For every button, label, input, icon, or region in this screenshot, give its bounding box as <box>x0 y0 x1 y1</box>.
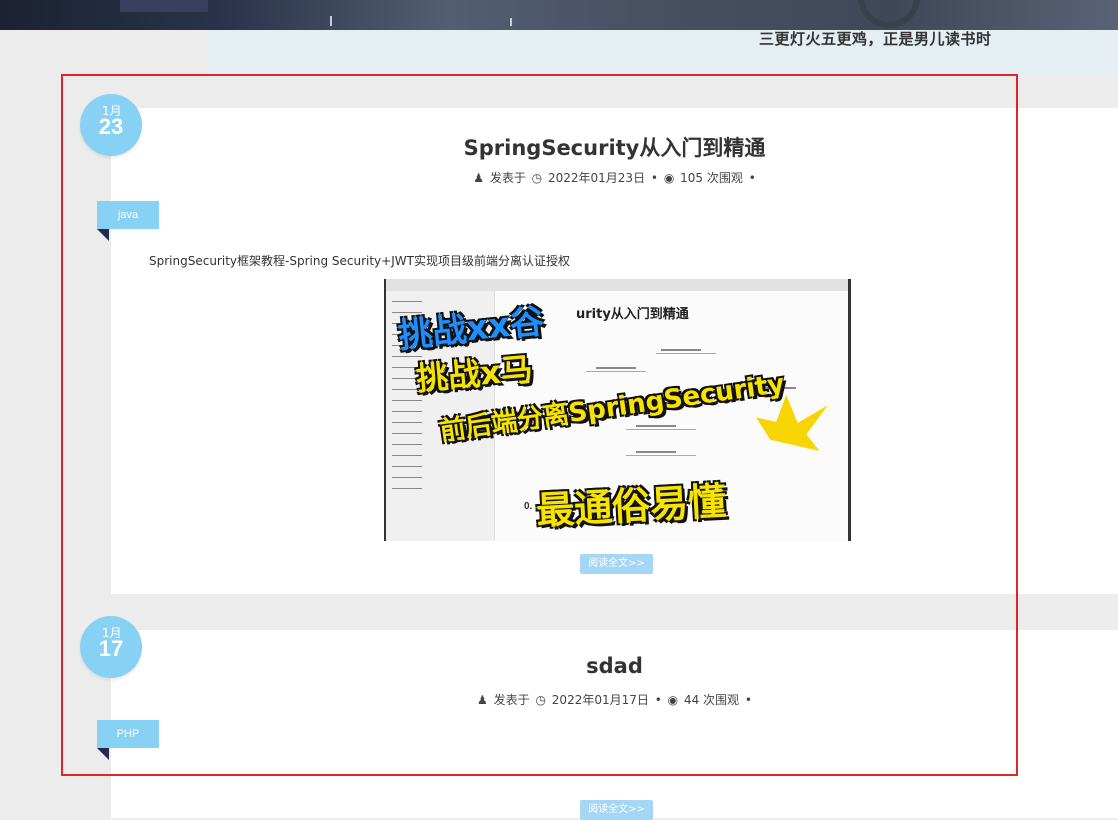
post-title[interactable]: sdad <box>111 654 1118 678</box>
crown-icon <box>756 395 828 451</box>
banner-decoration <box>330 16 332 26</box>
category-tag[interactable]: PHP <box>97 720 159 760</box>
post-date: 2022年01月23日 <box>547 171 646 185</box>
user-icon: ♟ <box>473 171 484 185</box>
post-date-badge: 1月 17 <box>80 616 142 678</box>
post-date: 2022年01月17日 <box>551 693 649 707</box>
meta-separator: • <box>744 693 752 707</box>
post-meta: ♟ 发表于 ◷ 2022年01月23日 • ◉ 105 次围观 • <box>111 169 1118 186</box>
post-title[interactable]: SpringSecurity从入门到精通 <box>111 132 1118 162</box>
clock-icon: ◷ <box>535 693 546 707</box>
user-icon: ♟ <box>477 693 488 707</box>
banner-avatar <box>858 0 920 28</box>
thumbnail-mindmap-title: urity从入门到精通 <box>576 307 689 322</box>
post-excerpt: SpringSecurity框架教程-Spring Security+JWT实现… <box>149 254 570 268</box>
post-date-badge: 1月 23 <box>80 94 142 156</box>
post-meta: ♟ 发表于 ◷ 2022年01月17日 • ◉ 44 次围观 • <box>111 691 1118 708</box>
meta-separator: • <box>654 693 662 707</box>
post-author-label: 发表于 <box>493 693 530 707</box>
banner-decoration <box>510 18 512 26</box>
nav-block[interactable] <box>120 0 208 12</box>
header-banner <box>0 0 1118 30</box>
post-card: sdad ♟ 发表于 ◷ 2022年01月17日 • ◉ 44 次围观 • 阅读… <box>111 630 1118 820</box>
date-day: 23 <box>98 114 124 139</box>
mindmap-branch <box>586 371 646 372</box>
thumbnail-window-bar <box>386 279 848 291</box>
mindmap-branch <box>626 455 696 456</box>
mindmap-branch <box>626 429 696 430</box>
thumbnail-overlay-text: 挑战x马 <box>414 349 535 399</box>
mindmap-node-text <box>661 349 701 351</box>
post-views: 105 次围观 <box>680 171 743 185</box>
eye-icon: ◉ <box>667 693 679 707</box>
thumbnail-overlay-text: 最通俗易懂 <box>535 479 728 533</box>
eye-icon: ◉ <box>663 171 675 185</box>
category-tag[interactable]: java <box>97 201 159 241</box>
thumbnail-footer-text: 0. <box>524 501 533 512</box>
meta-separator: • <box>650 171 658 185</box>
post-author-label: 发表于 <box>489 171 526 185</box>
date-day: 17 <box>98 636 124 661</box>
mindmap-node-text <box>636 451 676 453</box>
mindmap-branch <box>656 353 716 354</box>
header-motto: 三更灯火五更鸡，正是男儿读书时 <box>759 30 992 48</box>
mindmap-node-text <box>596 367 636 369</box>
mindmap-node-text <box>636 425 676 427</box>
read-more-button[interactable]: 阅读全文>> <box>580 554 653 574</box>
meta-separator: • <box>748 171 756 185</box>
post-thumbnail[interactable]: urity从入门到精通 挑战xx谷 挑战x马 前后端分离SpringSecuri… <box>384 279 851 541</box>
post-card: SpringSecurity从入门到精通 ♟ 发表于 ◷ 2022年01月23日… <box>111 108 1118 594</box>
post-views: 44 次围观 <box>683 693 740 707</box>
read-more-button[interactable]: 阅读全文>> <box>580 800 653 820</box>
clock-icon: ◷ <box>531 171 543 185</box>
